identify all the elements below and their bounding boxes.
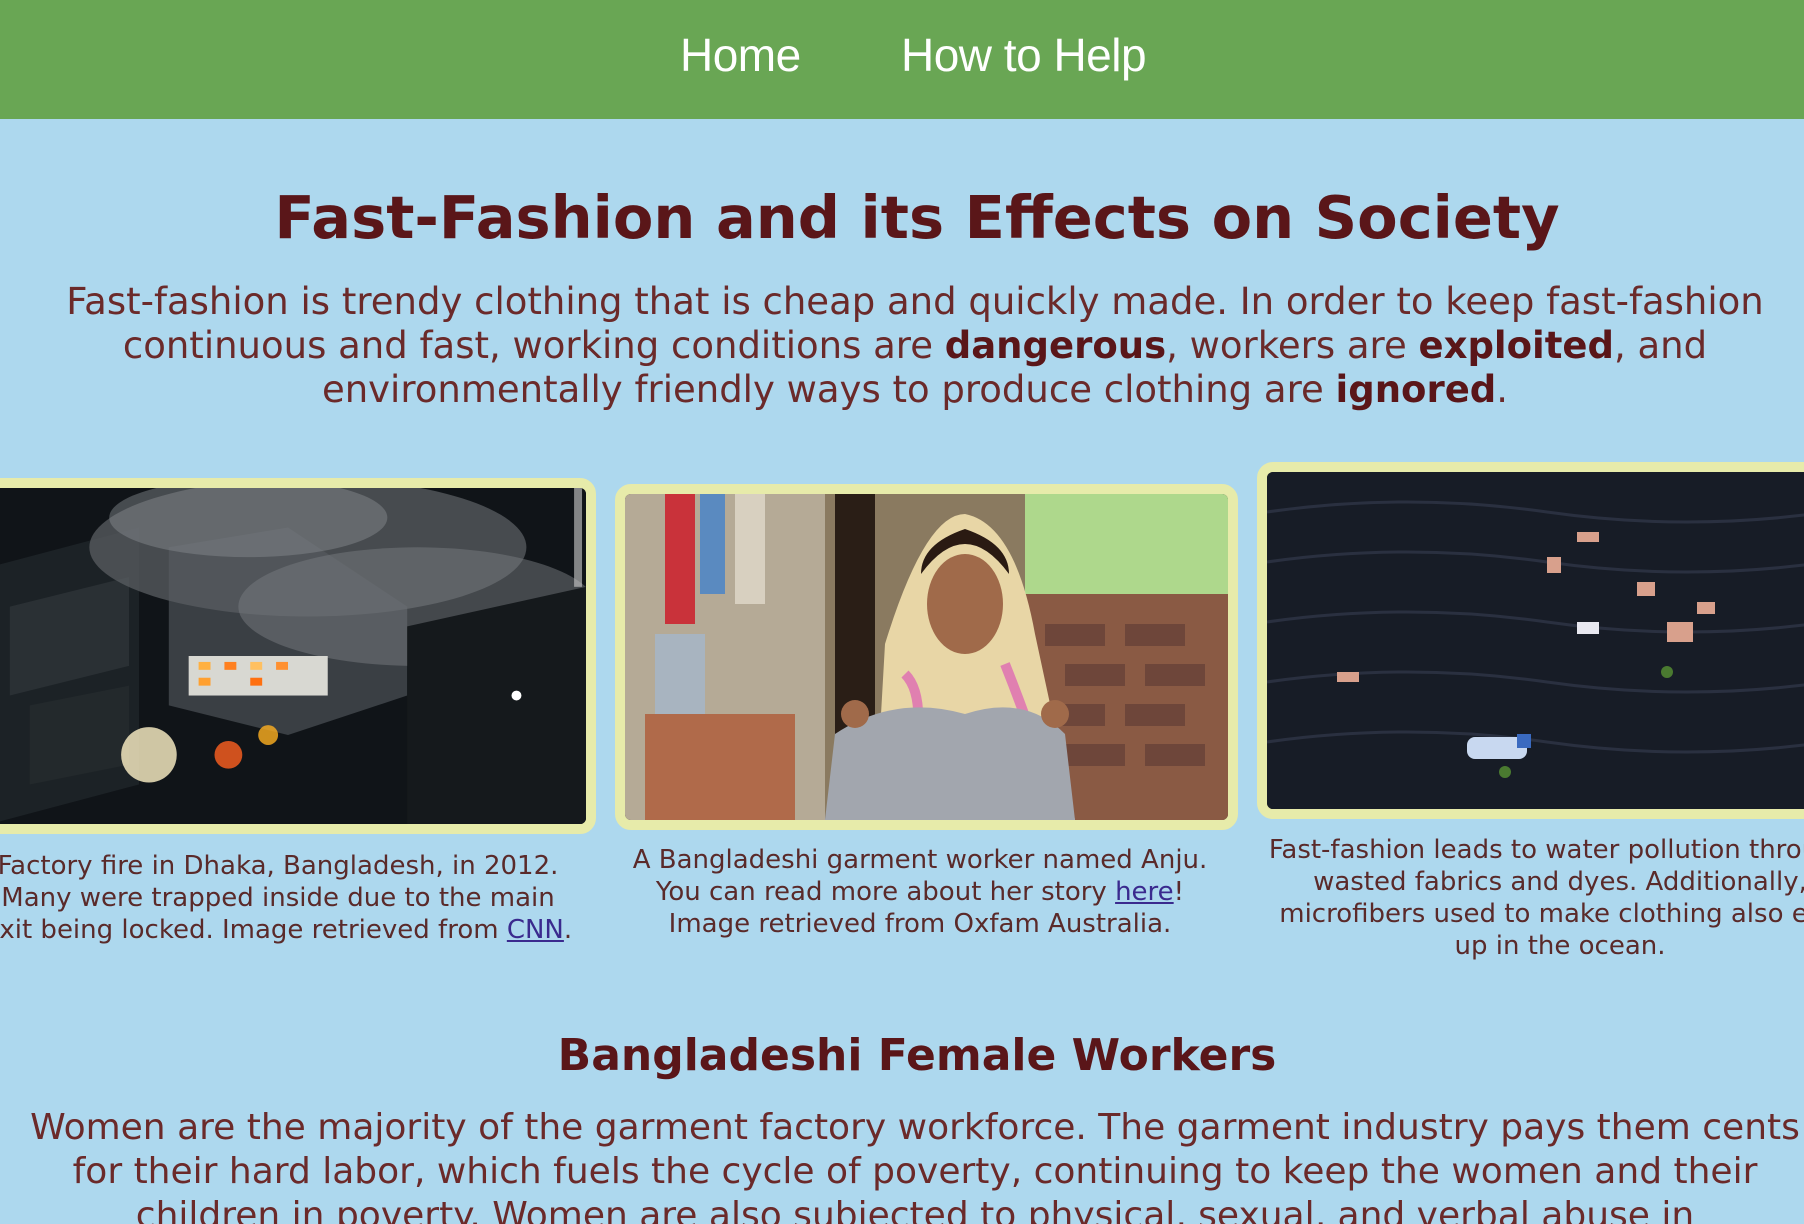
caption-worker-line-3: Image retrieved from Oxfam Australia. (668, 909, 1172, 939)
caption-fire-line-3-end: . (563, 915, 573, 945)
cnn-link[interactable]: CNN (507, 915, 564, 945)
caption-water-line-3: microfibers used to make clothing also e… (1279, 899, 1804, 929)
caption-worker-line-2-text: You can read more about her story (655, 877, 1116, 907)
intro-bold-ignored: ignored (1335, 368, 1497, 411)
intro-paragraph: Fast-fashion is trendy clothing that is … (30, 280, 1800, 412)
caption-fire-line-1: Factory fire in Dhaka, Bangladesh, in 20… (0, 851, 559, 881)
intro-bold-exploited: exploited (1418, 324, 1614, 367)
caption-water-line-2: wasted fabrics and dyes. Additionally, (1313, 867, 1804, 897)
caption-water-pollution: Fast-fashion leads to water pollution th… (1240, 834, 1804, 962)
caption-water-line-1: Fast-fashion leads to water pollution th… (1268, 835, 1804, 865)
caption-factory-fire: Factory fire in Dhaka, Bangladesh, in 20… (0, 850, 598, 946)
section-body: Women are the majority of the garment fa… (30, 1107, 1800, 1224)
water-pollution-image (1257, 462, 1804, 819)
caption-worker-line-2-end: ! (1173, 877, 1185, 907)
caption-fire-line-3-text: exit being locked. Image retrieved from (0, 915, 507, 945)
caption-fire-line-3: exit being locked. Image retrieved from … (0, 914, 598, 946)
intro-text-2: , workers are (1166, 324, 1419, 367)
intro-bold-dangerous: dangerous (944, 324, 1167, 367)
page-title: Fast-Fashion and its Effects on Society (274, 183, 1560, 252)
caption-water-line-4: up in the ocean. (1454, 931, 1666, 961)
intro-text-4: . (1496, 368, 1509, 411)
caption-worker-line-2: You can read more about her story here! (600, 876, 1240, 908)
section-title: Bangladeshi Female Workers (557, 1030, 1277, 1081)
nav-home-link[interactable]: Home (680, 28, 801, 82)
top-nav: Home How to Help (0, 0, 1804, 119)
caption-garment-worker: A Bangladeshi garment worker named Anju.… (600, 844, 1240, 940)
caption-worker-line-1: A Bangladeshi garment worker named Anju. (632, 845, 1208, 875)
nav-how-to-help-link[interactable]: How to Help (901, 28, 1147, 82)
factory-fire-image (0, 478, 596, 834)
caption-fire-line-2: Many were trapped inside due to the main (1, 883, 555, 913)
here-link[interactable]: here (1115, 877, 1174, 907)
garment-worker-image (615, 484, 1238, 830)
